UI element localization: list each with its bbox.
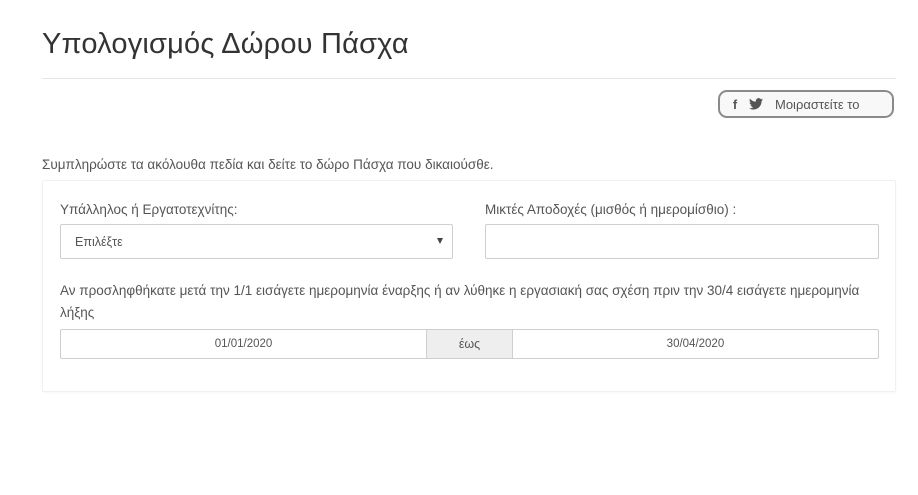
twitter-icon	[749, 98, 763, 110]
page-title: Υπολογισμός Δώρου Πάσχα	[42, 28, 409, 60]
employee-type-select[interactable]: Επιλέξτε	[60, 224, 453, 259]
end-date-input[interactable]	[512, 330, 879, 358]
wage-label: Μικτές Αποδοχές (μισθός ή ημερομίσθιο) :	[485, 202, 737, 217]
wage-input[interactable]	[485, 224, 879, 259]
employee-type-selected: Επιλέξτε	[75, 234, 123, 249]
facebook-icon: f	[732, 96, 738, 112]
form-intro: Συμπληρώστε τα ακόλουθα πεδία και δείτε …	[42, 157, 494, 172]
title-divider	[42, 78, 896, 79]
dropdown-arrow-icon	[437, 238, 443, 244]
date-range-separator: έως	[426, 330, 513, 358]
share-button[interactable]: f Μοιραστείτε το	[718, 90, 894, 118]
employee-type-label: Υπάλληλος ή Εργατοτεχνίτης:	[60, 202, 238, 217]
page: Υπολογισμός Δώρου Πάσχα f Μοιραστείτε το…	[0, 0, 918, 495]
date-range-group: έως	[60, 329, 879, 359]
share-label: Μοιραστείτε το	[775, 96, 860, 112]
start-date-input[interactable]	[61, 330, 427, 358]
date-help-text: Αν προσληφθήκατε μετά την 1/1 εισάγετε η…	[60, 283, 860, 320]
